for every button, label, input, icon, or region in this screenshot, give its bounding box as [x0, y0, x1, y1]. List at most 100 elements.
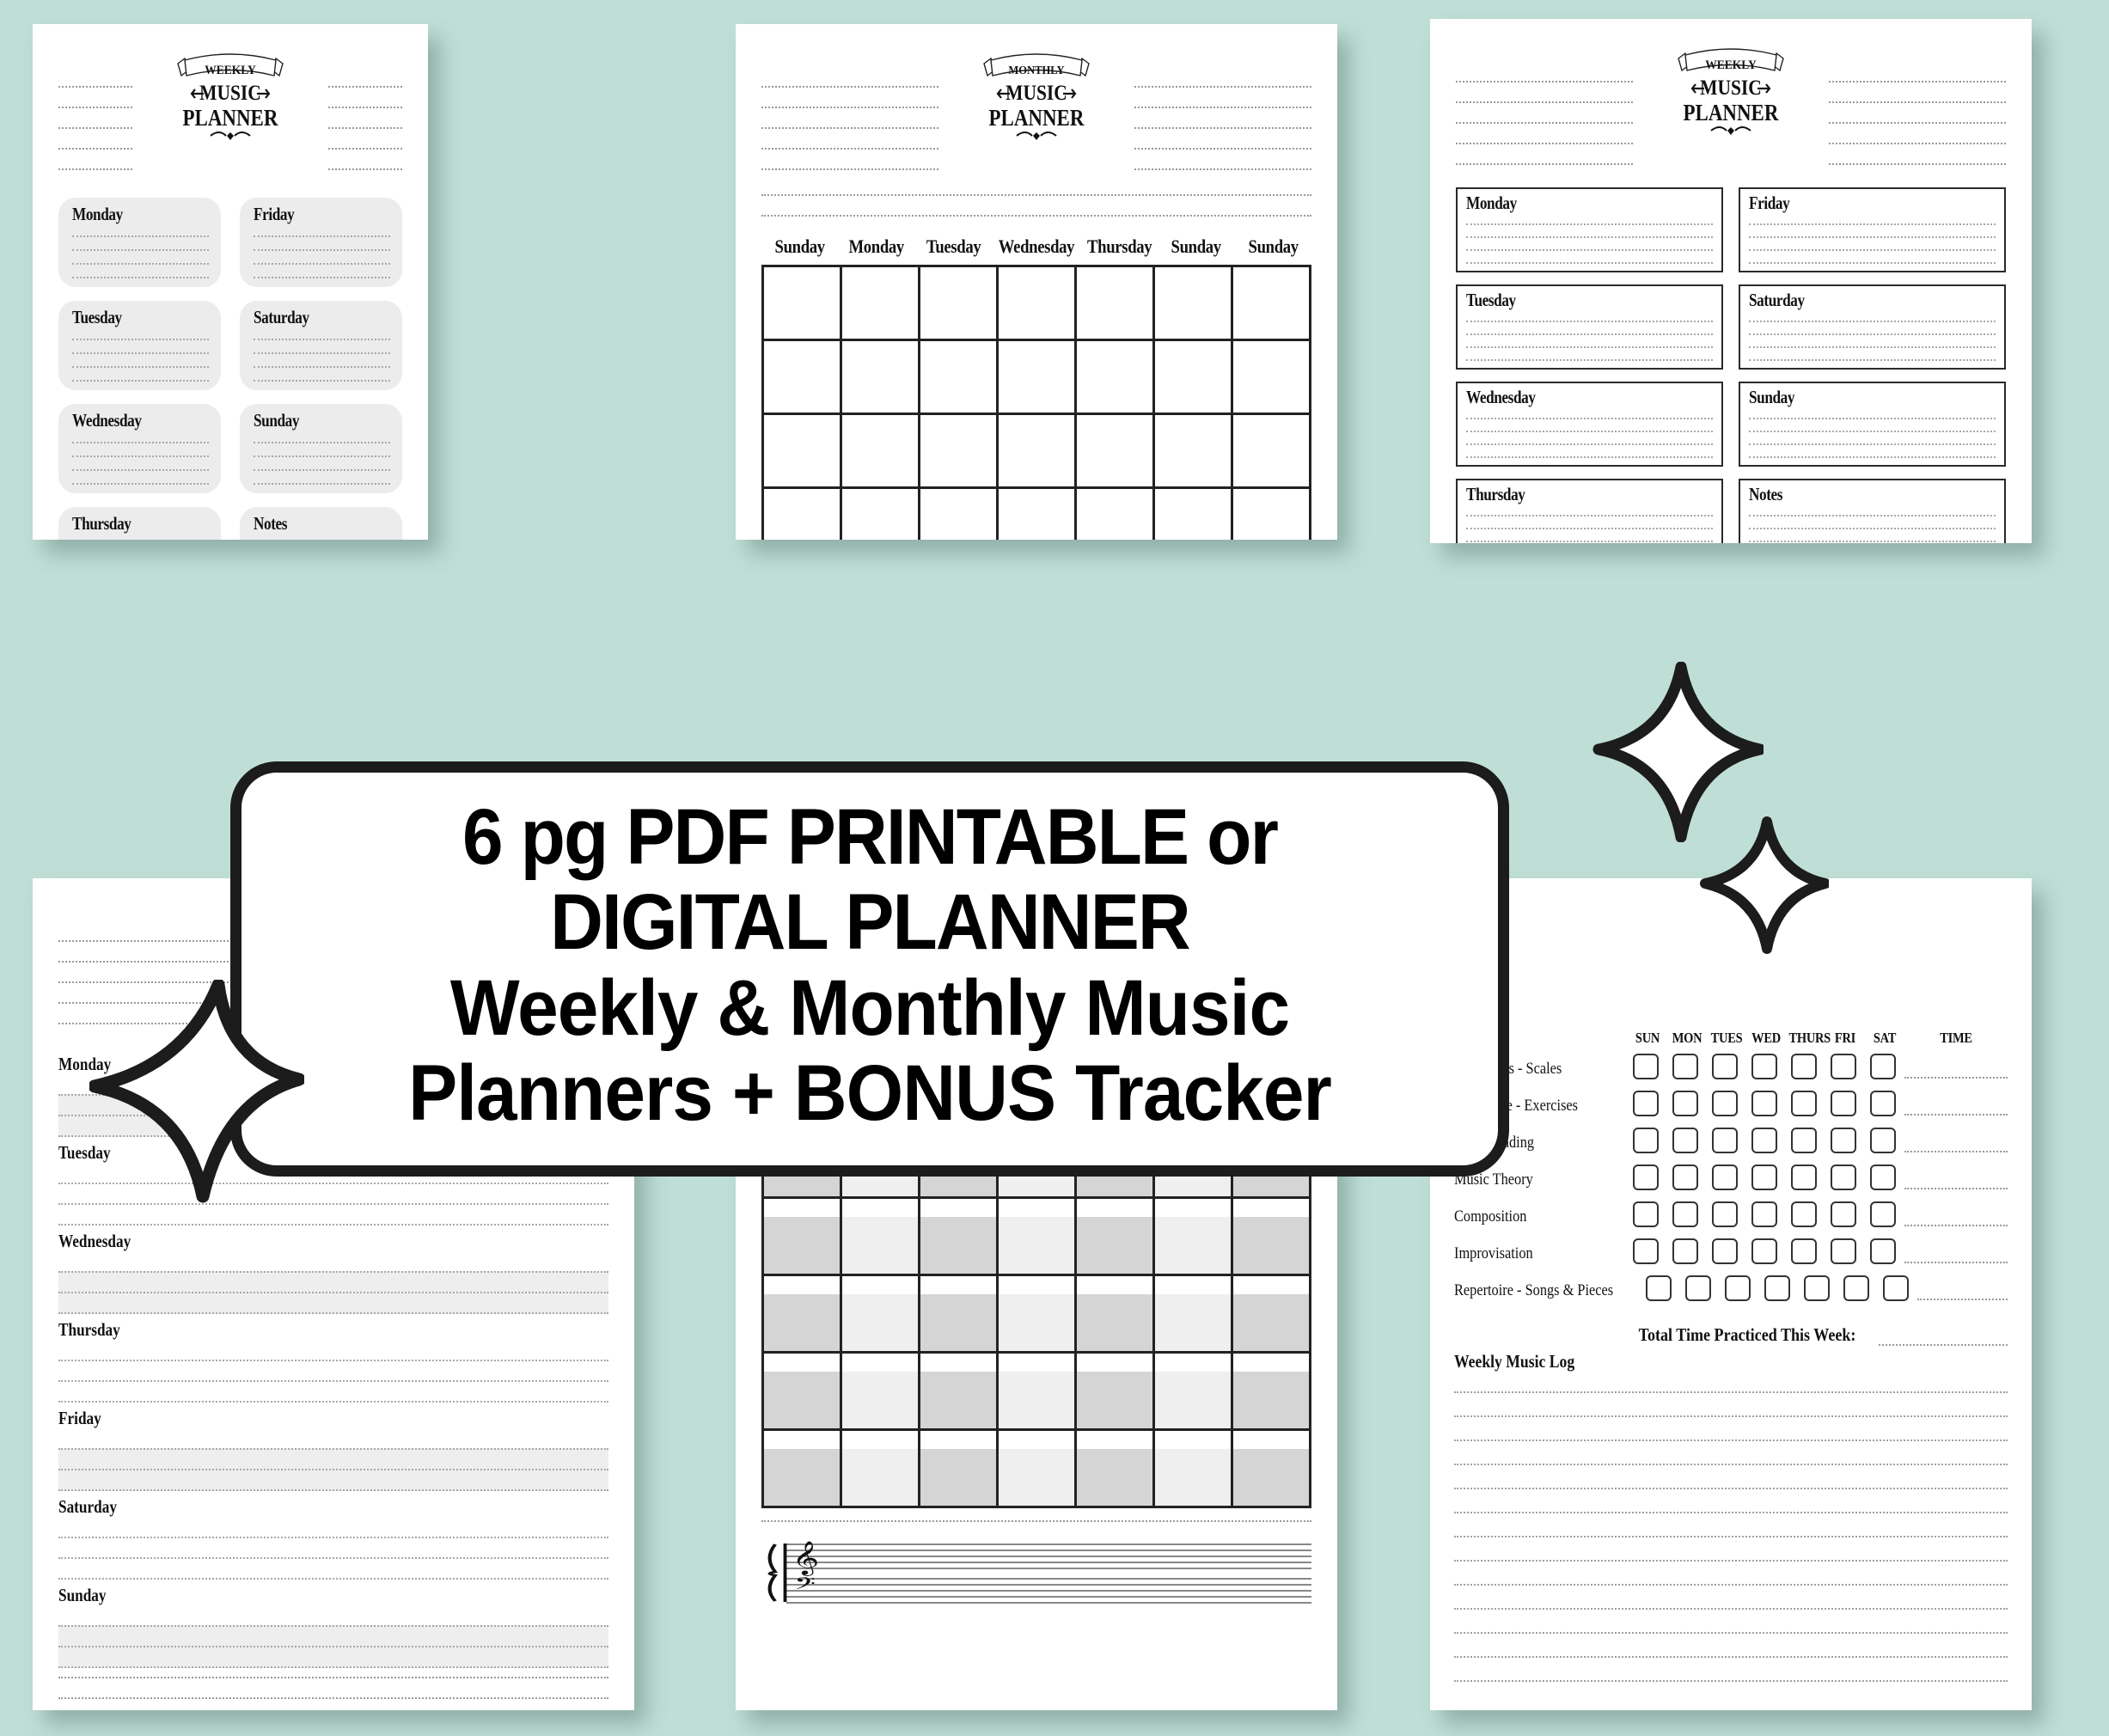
tracker-checkbox[interactable]: [1666, 1054, 1705, 1084]
tracker-checkbox[interactable]: [1784, 1054, 1824, 1084]
day-box[interactable]: Friday: [240, 198, 402, 288]
calendar-cell[interactable]: [999, 267, 1077, 341]
page-practice-tracker[interactable]: SUN MON TUES WED THURS FRI SAT TIME Warm…: [1430, 878, 2032, 1710]
calendar-cell[interactable]: [764, 1199, 842, 1276]
lined-day-row[interactable]: Thursday: [58, 1319, 608, 1403]
day-box[interactable]: Wednesday: [1456, 382, 1723, 468]
calendar-cell[interactable]: [842, 267, 920, 341]
tracker-checkbox[interactable]: [1666, 1128, 1705, 1158]
lined-day-row[interactable]: Saturday: [58, 1496, 608, 1580]
tracker-checkbox[interactable]: [1745, 1164, 1784, 1195]
tracker-checkbox[interactable]: [1705, 1054, 1745, 1084]
tracker-checkbox[interactable]: [1824, 1201, 1863, 1232]
day-box[interactable]: Monday: [1456, 187, 1723, 273]
tracker-checkbox[interactable]: [1745, 1128, 1784, 1158]
tracker-checkbox[interactable]: [1824, 1054, 1863, 1084]
monthly-calendar-grid[interactable]: [761, 265, 1311, 540]
notes-box[interactable]: Notes: [1739, 479, 2006, 543]
calendar-cell[interactable]: [1233, 1354, 1311, 1431]
calendar-cell[interactable]: [1155, 1276, 1233, 1354]
tracker-checkbox[interactable]: [1639, 1275, 1678, 1305]
calendar-cell[interactable]: [920, 1431, 999, 1508]
tracker-checkbox[interactable]: [1666, 1201, 1705, 1232]
calendar-cell[interactable]: [842, 1199, 920, 1276]
tracker-checkbox[interactable]: [1824, 1238, 1863, 1268]
calendar-cell[interactable]: [842, 489, 920, 540]
calendar-cell[interactable]: [920, 415, 999, 489]
tracker-checkbox[interactable]: [1666, 1091, 1705, 1121]
tracker-checkbox[interactable]: [1626, 1128, 1666, 1158]
calendar-cell[interactable]: [1077, 267, 1155, 341]
calendar-cell[interactable]: [764, 1276, 842, 1354]
tracker-checkbox[interactable]: [1784, 1164, 1824, 1195]
page-weekly-rounded[interactable]: WEEKLY MUSIC PLANNER Monday Friday Tuesd…: [33, 24, 428, 540]
tracker-checkbox[interactable]: [1824, 1164, 1863, 1195]
calendar-cell[interactable]: [1155, 415, 1233, 489]
calendar-cell[interactable]: [1233, 1199, 1311, 1276]
calendar-cell[interactable]: [1233, 1431, 1311, 1508]
calendar-cell[interactable]: [1077, 341, 1155, 415]
calendar-cell[interactable]: [842, 1354, 920, 1431]
day-box[interactable]: Tuesday: [58, 301, 221, 391]
calendar-cell[interactable]: [1233, 267, 1311, 341]
day-box[interactable]: Thursday: [1456, 479, 1723, 543]
tracker-checkbox[interactable]: [1784, 1128, 1824, 1158]
day-write-area[interactable]: [58, 1448, 608, 1491]
page-monthly[interactable]: MONTHLY MUSIC PLANNER Sunday Monday Tues…: [736, 24, 1337, 540]
calendar-cell[interactable]: [1155, 1199, 1233, 1276]
tracker-checkbox[interactable]: [1745, 1054, 1784, 1084]
tracker-time-input[interactable]: [1904, 1207, 2008, 1226]
calendar-cell[interactable]: [1077, 1431, 1155, 1508]
calendar-cell[interactable]: [842, 1276, 920, 1354]
tracker-checkbox[interactable]: [1666, 1164, 1705, 1195]
tracker-checkbox[interactable]: [1626, 1164, 1666, 1195]
calendar-cell[interactable]: [764, 489, 842, 540]
calendar-cell[interactable]: [999, 415, 1077, 489]
calendar-cell[interactable]: [920, 1199, 999, 1276]
calendar-cell[interactable]: [999, 1354, 1077, 1431]
day-box[interactable]: Sunday: [240, 404, 402, 494]
monthly-calendar-grid-shaded[interactable]: [761, 1119, 1311, 1508]
calendar-cell[interactable]: [1155, 1431, 1233, 1508]
calendar-cell[interactable]: [764, 267, 842, 341]
calendar-cell[interactable]: [842, 341, 920, 415]
calendar-cell[interactable]: [999, 1431, 1077, 1508]
tracker-checkbox[interactable]: [1784, 1091, 1824, 1121]
calendar-cell[interactable]: [764, 1431, 842, 1508]
tracker-time-input[interactable]: [1904, 1171, 2008, 1189]
calendar-cell[interactable]: [1077, 415, 1155, 489]
tracker-checkbox[interactable]: [1824, 1128, 1863, 1158]
tracker-checkbox[interactable]: [1863, 1128, 1903, 1158]
calendar-cell[interactable]: [842, 1431, 920, 1508]
tracker-checkbox[interactable]: [1705, 1128, 1745, 1158]
day-write-area[interactable]: [58, 1537, 608, 1580]
calendar-cell[interactable]: [1155, 489, 1233, 540]
calendar-cell[interactable]: [999, 1276, 1077, 1354]
page-weekly-boxed[interactable]: WEEKLY MUSIC PLANNER Monday Friday Tuesd…: [1430, 19, 2032, 543]
calendar-cell[interactable]: [999, 1199, 1077, 1276]
tracker-checkbox[interactable]: [1705, 1238, 1745, 1268]
day-box[interactable]: Thursday: [58, 507, 221, 540]
tracker-checkbox[interactable]: [1863, 1091, 1903, 1121]
tracker-checkbox[interactable]: [1705, 1091, 1745, 1121]
calendar-cell[interactable]: [999, 489, 1077, 540]
calendar-cell[interactable]: [1155, 267, 1233, 341]
tracker-time-input[interactable]: [1904, 1097, 2008, 1116]
tracker-checkbox[interactable]: [1718, 1275, 1758, 1305]
day-write-area[interactable]: [58, 1625, 608, 1668]
calendar-cell[interactable]: [764, 415, 842, 489]
day-box[interactable]: Saturday: [240, 301, 402, 391]
tracker-checkbox[interactable]: [1876, 1275, 1916, 1305]
tracker-checkbox[interactable]: [1626, 1054, 1666, 1084]
calendar-cell[interactable]: [1155, 1354, 1233, 1431]
calendar-cell[interactable]: [1233, 1276, 1311, 1354]
tracker-checkbox[interactable]: [1824, 1091, 1863, 1121]
lined-day-row[interactable]: Wednesday: [58, 1231, 608, 1314]
tracker-time-input[interactable]: [1917, 1281, 2008, 1300]
calendar-cell[interactable]: [920, 1354, 999, 1431]
tracker-checkbox[interactable]: [1678, 1275, 1718, 1305]
tracker-checkbox[interactable]: [1863, 1201, 1903, 1232]
tracker-checkbox[interactable]: [1745, 1201, 1784, 1232]
tracker-checkbox[interactable]: [1784, 1238, 1824, 1268]
calendar-cell[interactable]: [1077, 1276, 1155, 1354]
